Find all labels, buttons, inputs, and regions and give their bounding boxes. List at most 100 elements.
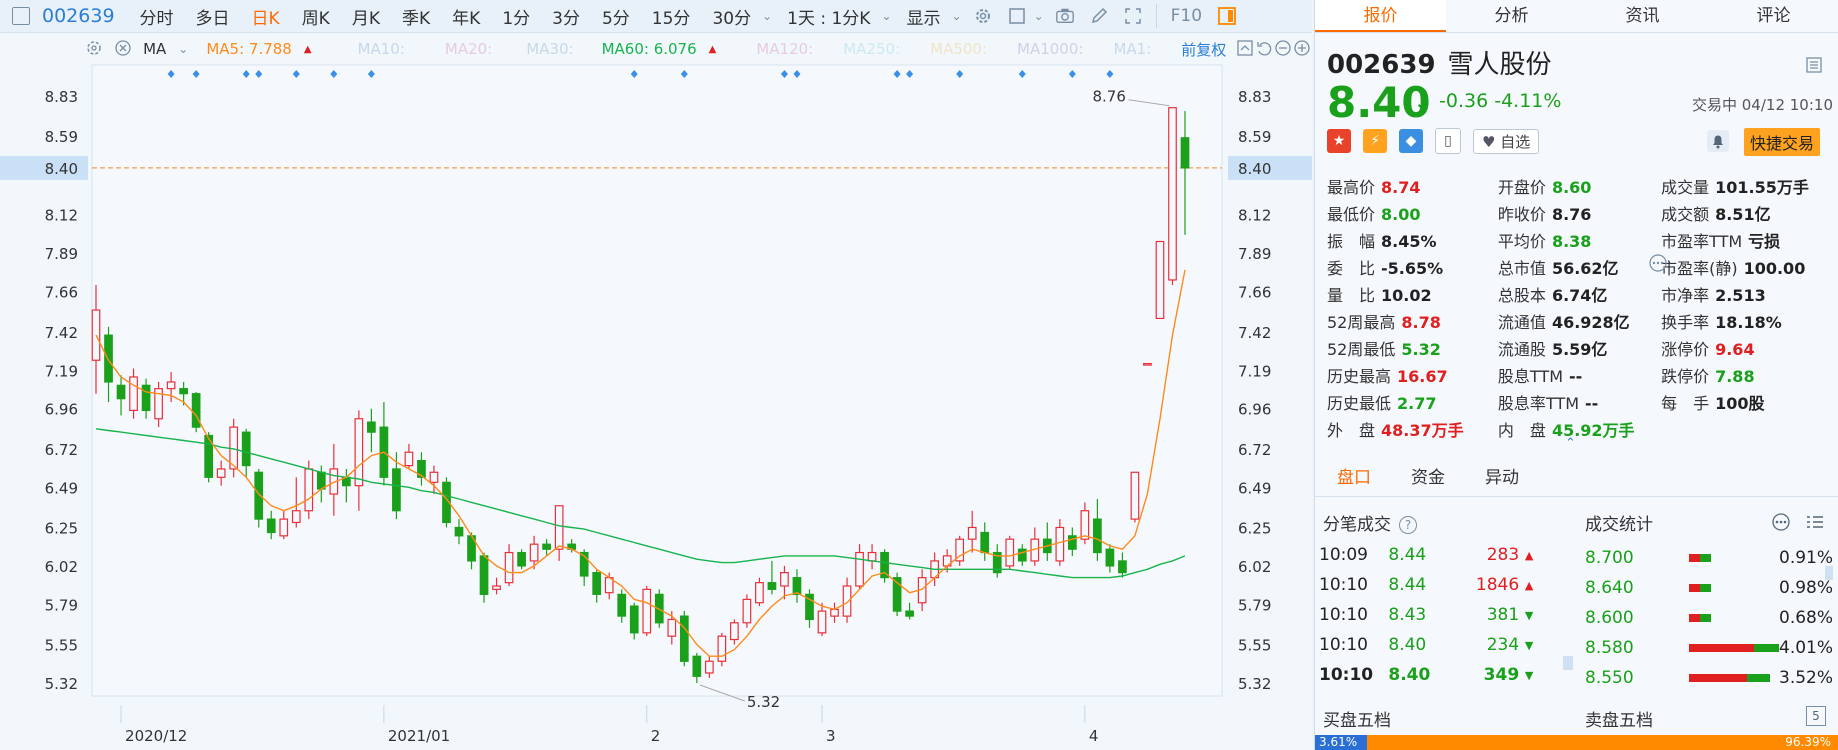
china-flag-icon[interactable]: ★	[1327, 129, 1351, 153]
adjust-button[interactable]: 前复权	[1181, 39, 1226, 60]
period-tab[interactable]: 周K	[302, 4, 330, 29]
down-triangle-icon: ▼	[1524, 638, 1534, 652]
zoom-out-icon[interactable]	[1274, 39, 1293, 59]
quote-cell: 振 幅 8.45%	[1327, 228, 1498, 252]
quote-cell: 昨收价 8.76	[1498, 201, 1661, 225]
sidebar-icon[interactable]	[1217, 6, 1237, 26]
period-tab[interactable]: 多日	[196, 4, 230, 29]
panel-tab[interactable]: 评论	[1708, 0, 1838, 32]
kline-svg: 8.83 8.83 8.59 8.59 8.40 8.40 8.12 8.12 7.89 7.89…	[0, 64, 1312, 745]
period-tab[interactable]: 年K	[452, 4, 480, 29]
sub-tab[interactable]: 盘口	[1337, 460, 1371, 496]
expand-caret-icon[interactable]: ⌃	[1565, 436, 1576, 451]
stat-price: 8.550	[1585, 668, 1634, 688]
period-tab[interactable]: 月K	[352, 4, 380, 29]
quote-label: 委 比	[1327, 258, 1376, 278]
trade-row: 10:10 8.44 1846 ▲	[1319, 570, 1539, 600]
interval-select[interactable]: 1天 : 1分K	[787, 4, 870, 29]
more-icon[interactable]	[1649, 254, 1667, 276]
help-icon[interactable]: ?	[1399, 516, 1417, 534]
trade-volume: 234	[1486, 635, 1520, 655]
candle-body	[529, 543, 539, 562]
zoom-in-icon[interactable]	[1293, 39, 1312, 59]
fullscreen-icon[interactable]	[1123, 6, 1143, 26]
ma-selector[interactable]: MA	[143, 40, 166, 58]
square-icon[interactable]	[1007, 6, 1027, 26]
panel-tab[interactable]: 分析	[1446, 0, 1577, 32]
candle-body	[191, 393, 201, 428]
panel-tab[interactable]: 资讯	[1577, 0, 1708, 32]
tag-icon[interactable]: ◆	[1399, 129, 1423, 153]
period-tab[interactable]: 分时	[140, 4, 174, 29]
trade-row: 10:10 8.43 381 ▼	[1319, 600, 1539, 630]
kline-chart[interactable]: 8.83 8.83 8.59 8.59 8.40 8.40 8.12 8.12 7.89 7.89…	[0, 33, 1312, 750]
quote-cell: 内 盘 45.92万手	[1498, 417, 1661, 441]
collapse-icon[interactable]	[1236, 39, 1255, 59]
period-tab[interactable]: 3分	[552, 4, 580, 29]
camera-icon[interactable]	[1055, 6, 1075, 26]
period-tab[interactable]: 季K	[402, 4, 430, 29]
candle-body	[404, 451, 414, 467]
bookmark-icon[interactable]: ▯	[1435, 128, 1461, 154]
quote-cell: 最高价 8.74	[1327, 174, 1498, 198]
quote-label: 市盈率(静)	[1661, 258, 1738, 278]
chevron-down-icon[interactable]: ⌄	[1034, 9, 1044, 23]
quote-value: 8.76	[1551, 204, 1592, 224]
period-tab[interactable]: 日K	[252, 4, 280, 29]
period-tab[interactable]: 1分	[502, 4, 530, 29]
quote-value: 2.77	[1397, 393, 1437, 413]
up-triangle-icon: ▲	[1524, 578, 1534, 592]
five-level-icon[interactable]: 5	[1806, 706, 1826, 726]
x-tick-label: 2020/12	[125, 727, 187, 745]
candle-body	[454, 526, 464, 537]
pencil-icon[interactable]	[1089, 6, 1109, 26]
more-icon[interactable]	[1771, 512, 1791, 536]
sub-tab[interactable]: 资金	[1411, 460, 1445, 496]
period-tab[interactable]: 30分	[712, 4, 751, 29]
candle-body	[492, 585, 501, 590]
stat-bar-buy	[1689, 644, 1754, 652]
gear-icon[interactable]	[85, 39, 104, 59]
panel-toggle-icon[interactable]	[12, 7, 30, 25]
panel-tab[interactable]: 报价	[1315, 0, 1446, 32]
candle-body	[517, 551, 526, 567]
bell-icon[interactable]	[1707, 130, 1729, 152]
y-tick-label-left: 8.59	[45, 128, 78, 146]
quote-value: 56.62亿	[1551, 258, 1619, 278]
period-tab[interactable]: 5分	[602, 4, 630, 29]
action-icons: ★ ⚡ ◆ ▯ ♥ 自选	[1327, 128, 1540, 154]
stat-bar-sell	[1700, 554, 1711, 562]
stat-percent: 0.68%	[1779, 608, 1834, 628]
quote-value: 48.37万手	[1381, 420, 1464, 440]
quote-label: 成交量	[1661, 177, 1710, 197]
quote-cell: 总市值 56.62亿	[1498, 255, 1661, 279]
candle-body	[855, 551, 864, 587]
chevron-down-icon[interactable]: ⌄	[881, 9, 891, 23]
quote-label: 外 盘	[1327, 420, 1376, 440]
sub-tab[interactable]: 异动	[1485, 460, 1519, 496]
chevron-down-icon[interactable]: ⌄	[952, 9, 962, 23]
quote-row: 52周最低 5.32 流通股 5.59亿 涨停价 9.64	[1327, 334, 1832, 361]
stat-bar	[1689, 644, 1779, 652]
display-menu[interactable]: 显示	[907, 4, 941, 29]
quick-trade-button[interactable]: 快捷交易	[1744, 128, 1821, 156]
list-icon[interactable]	[1805, 512, 1825, 536]
scrollbar-thumb[interactable]	[1825, 566, 1833, 580]
close-icon[interactable]	[114, 39, 133, 59]
candle-body	[867, 551, 877, 562]
add-favorite-button[interactable]: ♥ 自选	[1473, 128, 1540, 154]
scrollbar-thumb[interactable]	[1563, 656, 1573, 670]
f10-button[interactable]: F10	[1171, 6, 1202, 26]
gear-icon[interactable]	[973, 6, 993, 26]
y-tick-label-left: 6.49	[45, 479, 78, 497]
chevron-down-icon[interactable]: ⌄	[178, 42, 188, 56]
undo-icon[interactable]	[1255, 39, 1274, 59]
candle-body	[166, 381, 176, 390]
quote-label: 总股本	[1497, 285, 1546, 305]
lightning-icon[interactable]: ⚡	[1363, 129, 1387, 153]
chevron-down-icon[interactable]: ⌄	[762, 9, 772, 23]
period-tab[interactable]: 15分	[652, 4, 691, 29]
menu-icon[interactable]	[1805, 56, 1823, 78]
stock-code-label[interactable]: 002639	[42, 5, 115, 27]
y-tick-label-left: 6.96	[45, 401, 78, 419]
